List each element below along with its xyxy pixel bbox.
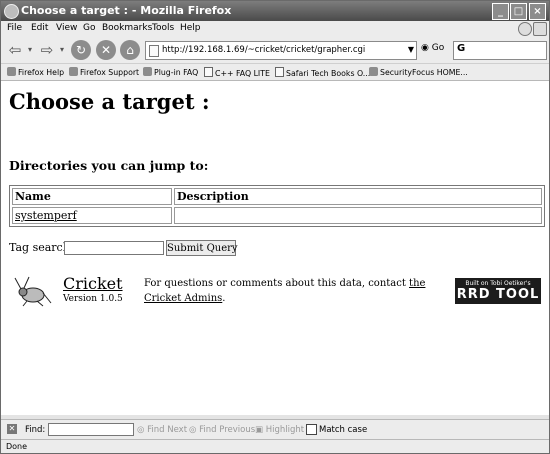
directories-heading: Directories you can jump to: — [9, 158, 209, 173]
page-icon — [204, 67, 213, 77]
menu-tools[interactable]: Tools — [152, 23, 174, 33]
menu-bookmarks[interactable]: Bookmarks — [102, 23, 152, 33]
back-button[interactable]: ⇦ — [5, 40, 25, 60]
bookmark-icon — [369, 67, 378, 76]
find-close-icon[interactable]: ✕ — [7, 424, 17, 434]
cricket-version: Version 1.0.5 — [63, 294, 123, 304]
back-dropdown-icon[interactable]: ▾ — [25, 40, 35, 60]
search-box[interactable]: G — [453, 41, 547, 60]
page-icon — [149, 45, 159, 57]
url-bar[interactable]: http://192.168.1.69/~cricket/cricket/gra… — [145, 41, 417, 60]
forward-dropdown-icon[interactable]: ▾ — [57, 40, 67, 60]
find-input[interactable] — [48, 423, 134, 436]
bookmark-plugin-faq[interactable]: Plug-in FAQ — [143, 67, 198, 77]
bookmark-icon — [69, 67, 78, 76]
stop-button[interactable]: ✕ — [96, 40, 116, 60]
menu-file[interactable]: File — [7, 23, 22, 33]
browser-window: Choose a target : - Mozilla Firefox _ □ … — [0, 0, 550, 454]
home-button[interactable]: ⌂ — [120, 40, 140, 60]
bookmark-label: Safari Tech Books O... — [286, 69, 371, 78]
reload-button[interactable]: ↻ — [71, 40, 91, 60]
contact-prefix: For questions or comments about this dat… — [144, 278, 410, 289]
contact-text: For questions or comments about this dat… — [144, 276, 444, 306]
menu-edit[interactable]: Edit — [31, 23, 48, 33]
bookmark-cpp-faq[interactable]: C++ FAQ LITE — [204, 67, 270, 78]
directories-table: Name Description systemperf — [9, 185, 545, 227]
table-row: systemperf — [12, 207, 542, 224]
navigation-toolbar: ⇦ ▾ ⇨ ▾ ↻ ✕ ⌂ http://192.168.1.69/~crick… — [1, 37, 549, 64]
find-next-label: Find Next — [147, 425, 188, 435]
table-cell-description — [174, 207, 542, 224]
maximize-button[interactable]: □ — [510, 3, 527, 20]
contact-suffix: . — [222, 293, 226, 304]
cricket-link[interactable]: Cricket — [63, 274, 123, 293]
bookmark-firefox-support[interactable]: Firefox Support — [69, 67, 139, 77]
search-engine-icon: G — [457, 43, 466, 54]
submit-query-button[interactable]: Submit Query — [166, 240, 238, 256]
menu-go[interactable]: Go — [83, 23, 95, 33]
title-bar: Choose a target : - Mozilla Firefox _ □ … — [1, 1, 549, 21]
find-previous-button[interactable]: ◎ Find Previous — [189, 425, 255, 435]
go-button[interactable]: ◉ Go — [421, 43, 444, 53]
status-bar: Done — [1, 439, 549, 453]
find-bar: ✕ Find: ◎ Find Next ◎ Find Previous ▣ Hi… — [1, 419, 549, 440]
menu-close-icon[interactable] — [533, 22, 547, 36]
column-header-description: Description — [174, 188, 542, 205]
window-title: Choose a target : - Mozilla Firefox — [21, 4, 232, 17]
match-case-checkbox[interactable] — [306, 424, 317, 435]
cricket-logo-icon[interactable] — [13, 275, 53, 307]
tag-search-input[interactable] — [64, 241, 164, 255]
bookmark-label: SecurityFocus HOME... — [380, 68, 468, 77]
directory-link-systemperf[interactable]: systemperf — [15, 209, 77, 222]
bookmark-firefox-help[interactable]: Firefox Help — [7, 67, 64, 77]
bookmark-label: Firefox Support — [80, 68, 140, 77]
bookmark-securityfocus[interactable]: SecurityFocus HOME... — [369, 67, 468, 77]
bookmarks-toolbar: Firefox Help Firefox Support Plug-in FAQ… — [1, 64, 549, 81]
tag-search-form: Tag search: Submit Query — [9, 240, 238, 256]
bookmark-label: Firefox Help — [18, 68, 65, 77]
forward-button[interactable]: ⇨ — [37, 40, 57, 60]
bookmark-label: C++ FAQ LITE — [215, 69, 270, 78]
bookmark-safari[interactable]: Safari Tech Books O... — [275, 67, 370, 78]
page-icon — [275, 67, 284, 77]
highlight-button[interactable]: ▣ Highlight — [255, 425, 304, 435]
rrdtool-badge-line1: Built on Tobi Oetiker's — [465, 280, 531, 287]
firefox-help-icon — [7, 67, 16, 76]
column-header-name: Name — [12, 188, 172, 205]
menu-bar: File Edit View Go Bookmarks Tools Help — [1, 21, 549, 37]
firefox-icon — [4, 4, 19, 19]
bookmark-label: Plug-in FAQ — [154, 68, 199, 77]
highlight-label: Highlight — [265, 425, 305, 435]
menu-help[interactable]: Help — [180, 23, 201, 33]
throbber-icon — [518, 22, 532, 36]
rrdtool-badge-line2: RRD TOOL — [456, 287, 540, 302]
rrdtool-badge[interactable]: Built on Tobi Oetiker's RRD TOOL — [455, 278, 541, 304]
menu-view[interactable]: View — [56, 23, 77, 33]
url-text: http://192.168.1.69/~cricket/cricket/gra… — [162, 45, 366, 55]
go-label: Go — [431, 43, 445, 53]
page-title: Choose a target : — [9, 89, 210, 114]
page-content: Choose a target : Directories you can ju… — [1, 81, 549, 415]
status-text: Done — [6, 442, 28, 451]
find-previous-label: Find Previous — [199, 425, 256, 435]
find-next-button[interactable]: ◎ Find Next — [137, 425, 187, 435]
minimize-button[interactable]: _ — [492, 3, 509, 20]
url-dropdown-icon[interactable]: ▼ — [408, 45, 414, 54]
table-cell-name: systemperf — [12, 207, 172, 224]
find-label: Find: — [25, 425, 46, 435]
bookmark-icon — [143, 67, 152, 76]
match-case-label: Match case — [319, 425, 368, 435]
close-button[interactable]: × — [529, 3, 546, 20]
